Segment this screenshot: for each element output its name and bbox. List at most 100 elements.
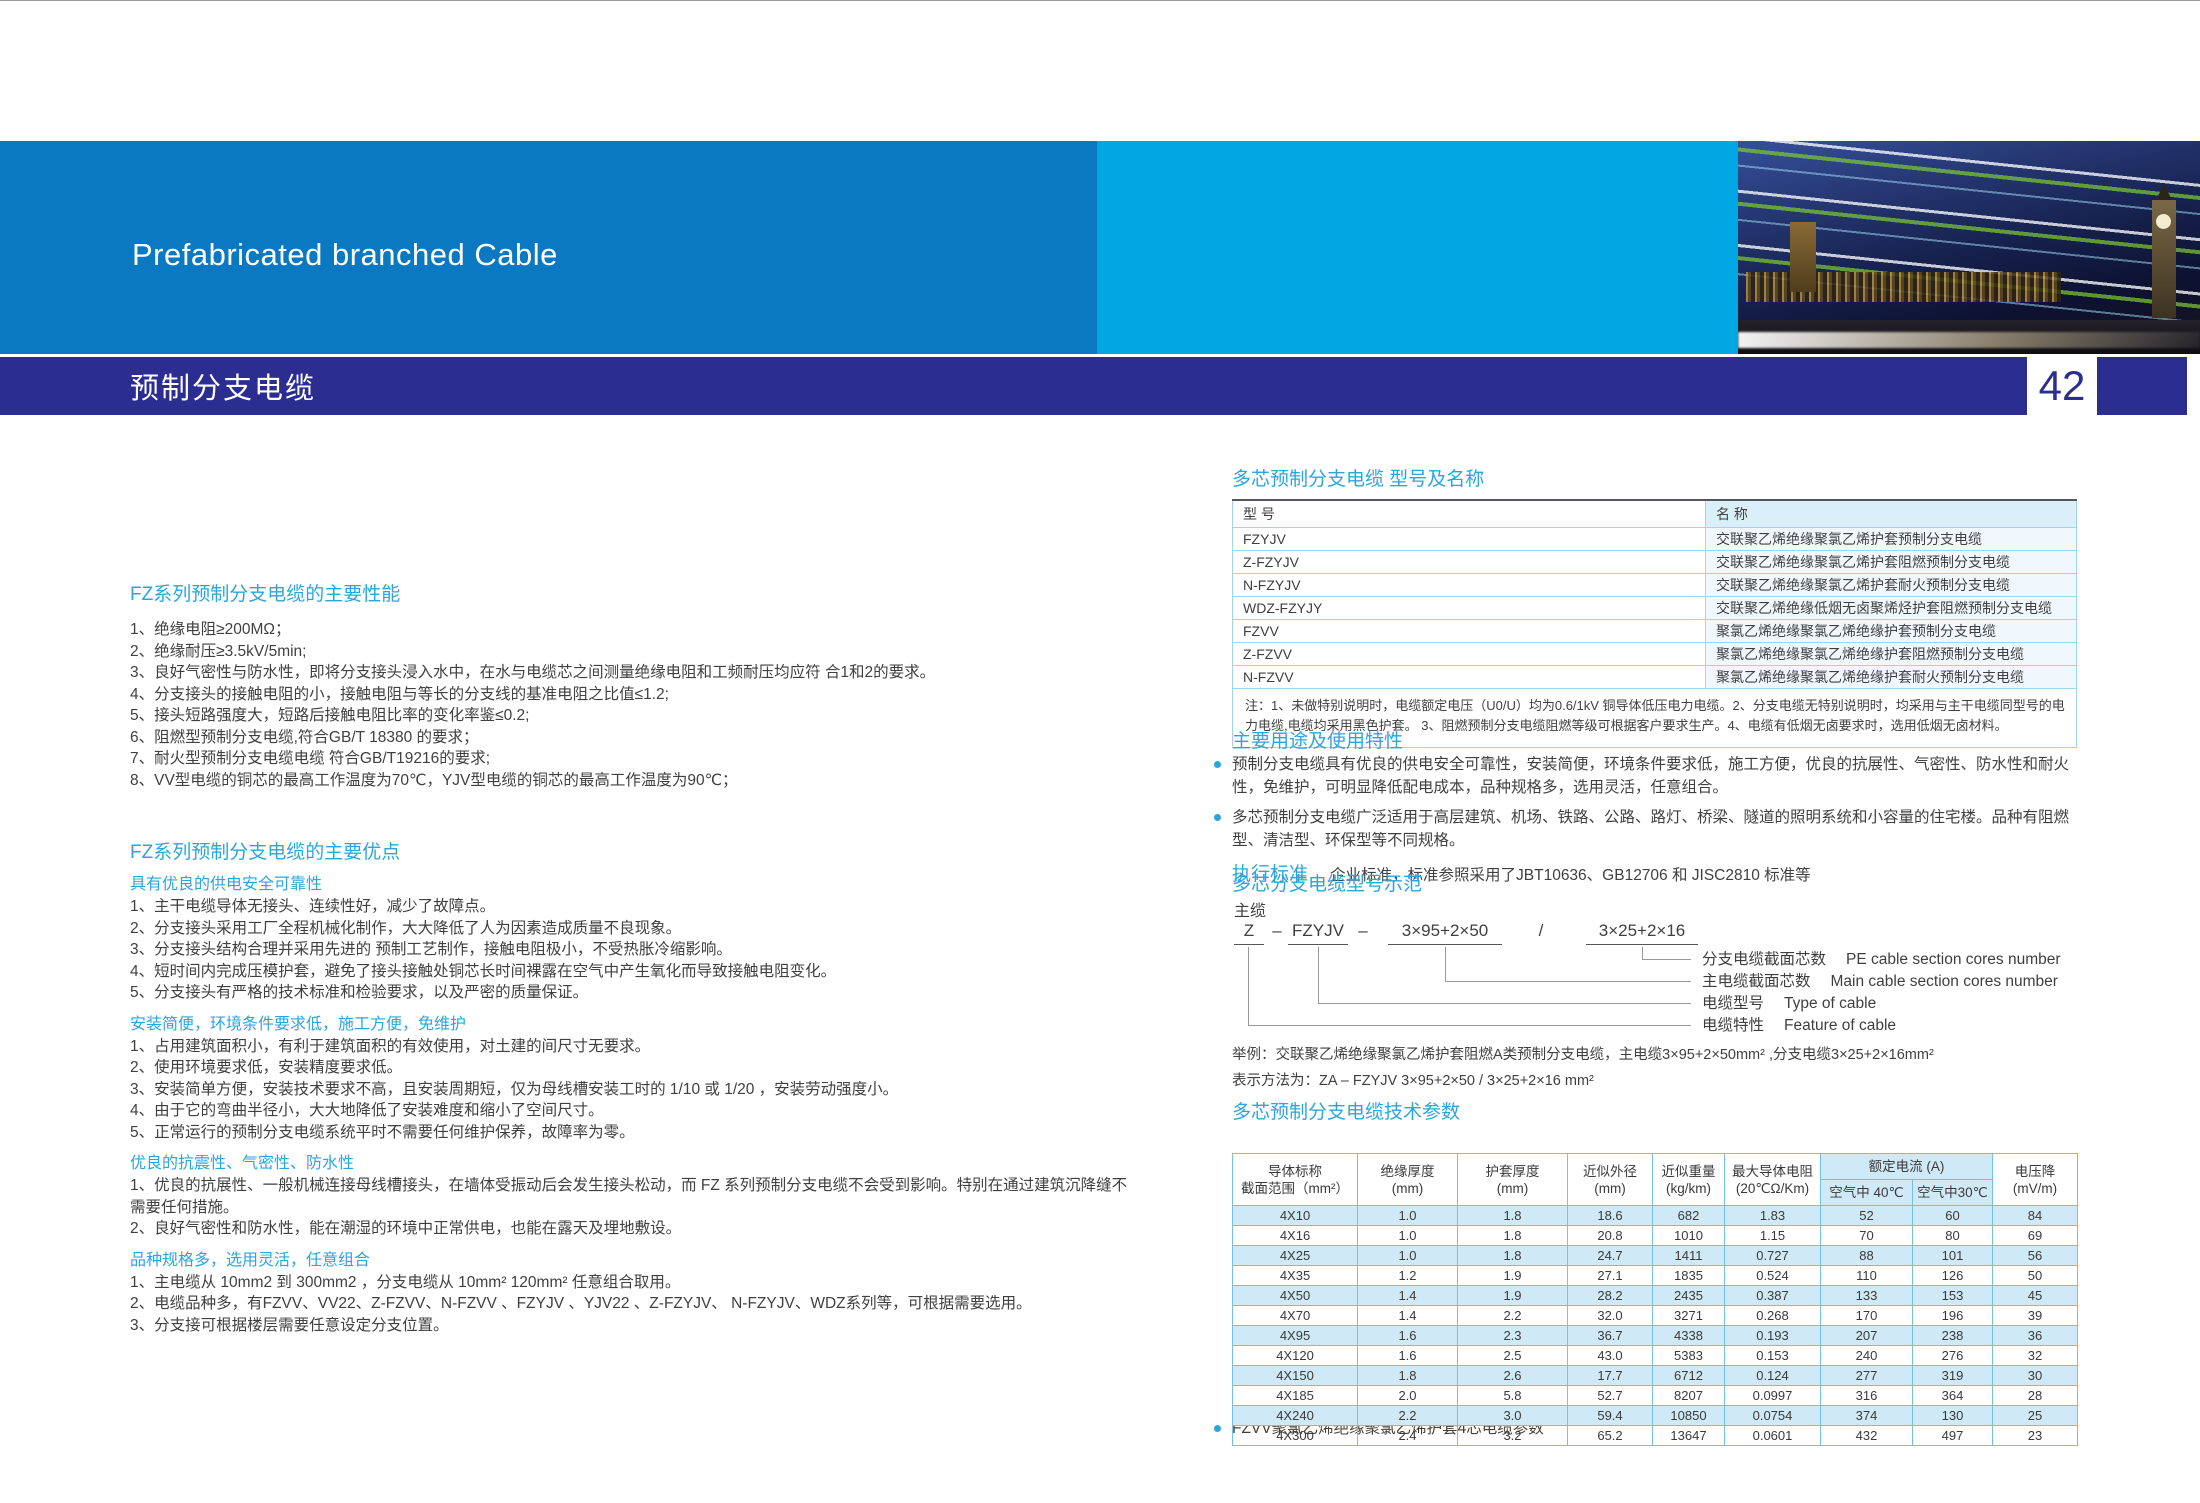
table-row: FZVV 聚氯乙烯绝缘聚氯乙烯绝缘护套预制分支电缆 (1233, 620, 2077, 643)
formula-branch-section: 3×25+2×16 (1586, 921, 1698, 945)
cell: 69 (1993, 1226, 2078, 1246)
cell: 18.6 (1568, 1206, 1653, 1226)
table-row: WDZ-FZYJY 交联聚乙烯绝缘低烟无卤聚烯烃护套阻燃预制分支电缆 (1233, 597, 2077, 620)
formula-type-code: FZYJV (1288, 921, 1348, 945)
cell: 4X185 (1233, 1386, 1358, 1406)
list-item: 2、电缆品种多，有FZVV、VV22、Z-FZVV、N-FZVV 、FZYJV … (130, 1293, 1130, 1315)
car-light-glow (1738, 332, 2200, 348)
cell: 3271 (1653, 1306, 1725, 1326)
cell: 5.8 (1458, 1386, 1568, 1406)
list-item: 5、正常运行的预制分支电缆系统平时不需要任何维护保养，故障率为零。 (130, 1122, 1130, 1144)
model-designation-diagram: 主缆 Z – FZYJV – 3×95+2×50 / 3×25+2×16 分支电… (1232, 897, 2077, 1187)
list-item: 1、优良的抗展性、一般机械连接母线槽接头，在墙体受振动后会发生接头松动，而 FZ… (130, 1175, 1130, 1218)
cell: 32.0 (1568, 1306, 1653, 1326)
cell: 0.193 (1725, 1326, 1821, 1346)
cell: 32 (1993, 1346, 2078, 1366)
callout-connector (1248, 947, 1691, 1026)
callout-cable-feature: 电缆特性Feature of cable (1702, 1017, 1896, 1034)
cell: 170 (1821, 1306, 1913, 1326)
cell: 432 (1821, 1426, 1913, 1446)
cell: 4X35 (1233, 1266, 1358, 1286)
cell: 4X120 (1233, 1346, 1358, 1366)
cell: 319 (1913, 1366, 1993, 1386)
col-header-weight: 近似重量(kg/km) (1653, 1154, 1725, 1206)
bigben-tower (2152, 200, 2176, 318)
cell: 276 (1913, 1346, 1993, 1366)
list-item: 5、分支接头有严格的技术标准和检验要求，以及严密的质量保证。 (130, 982, 1130, 1004)
name-cell: 交联聚乙烯绝缘聚氯乙烯护套耐火预制分支电缆 (1706, 574, 2077, 597)
col-header-conductor: 导体标称截面范围（mm²） (1233, 1154, 1358, 1206)
cell: 4X10 (1233, 1206, 1358, 1226)
col-header-diameter: 近似外径(mm) (1568, 1154, 1653, 1206)
table-row: 4X240 2.2 3.0 59.4 10850 0.0754 374 130 … (1233, 1406, 2078, 1426)
col-header-resistance: 最大导体电阻(20℃Ω/Km) (1725, 1154, 1821, 1206)
cell: 4X50 (1233, 1286, 1358, 1306)
cell: 682 (1653, 1206, 1725, 1226)
formula-slash: / (1534, 921, 1548, 941)
cell: 5383 (1653, 1346, 1725, 1366)
title-bar-main: 预制分支电缆 (0, 357, 2027, 415)
callout-label-en: Main cable section cores number (1831, 973, 2058, 990)
cell: 1.83 (1725, 1206, 1821, 1226)
cell: 4X150 (1233, 1366, 1358, 1386)
formula-main-section: 3×95+2×50 (1388, 921, 1502, 945)
cell: 27.1 (1568, 1266, 1653, 1286)
table-row: 4X10 1.0 1.8 18.6 682 1.83 52 60 84 (1233, 1206, 2078, 1226)
list-item: 2、使用环境要求低，安装精度要求低。 (130, 1057, 1130, 1079)
model-cell: FZYJV (1233, 528, 1706, 551)
cell: 3.2 (1458, 1426, 1568, 1446)
list-item: 3、分支接可根据楼层需要任意设定分支位置。 (130, 1315, 1130, 1337)
advantage-list-3: 1、优良的抗展性、一般机械连接母线槽接头，在墙体受振动后会发生接头松动，而 FZ… (130, 1175, 1130, 1240)
cell: 196 (1913, 1306, 1993, 1326)
formula-dash: – (1356, 921, 1370, 941)
section-advantages: FZ系列预制分支电缆的主要优点 具有优良的供电安全可靠性 1、主干电缆导体无接头… (130, 837, 1130, 1336)
page-title-en: Prefabricated branched Cable (132, 237, 558, 273)
cell: 52.7 (1568, 1386, 1653, 1406)
cell: 101 (1913, 1246, 1993, 1266)
cell: 374 (1821, 1406, 1913, 1426)
cell: 4X16 (1233, 1226, 1358, 1246)
cell: 0.387 (1725, 1286, 1821, 1306)
cell: 1.6 (1358, 1346, 1458, 1366)
formula-dash: – (1270, 921, 1284, 941)
section-heading: FZ系列预制分支电缆的主要性能 (130, 579, 1130, 606)
cell: 52 (1821, 1206, 1913, 1226)
cell: 25 (1993, 1406, 2078, 1426)
cell: 88 (1821, 1246, 1913, 1266)
cell: 238 (1913, 1326, 1993, 1346)
cell: 2.0 (1358, 1386, 1458, 1406)
cell: 2.5 (1458, 1346, 1568, 1366)
table-row: FZYJV 交联聚乙烯绝缘聚氯乙烯护套预制分支电缆 (1233, 528, 2077, 551)
list-item: 4、短时间内完成压模护套，避免了接头接触处铜芯长时间裸露在空气中产生氧化而导致接… (130, 961, 1130, 983)
cell: 1.9 (1458, 1286, 1568, 1306)
cell: 28.2 (1568, 1286, 1653, 1306)
section-heading: FZ系列预制分支电缆的主要优点 (130, 837, 1130, 864)
title-bar-end-block (2097, 357, 2187, 415)
designation-notation: 表示方法为：ZA – FZYJV 3×95+2×50 / 3×25+2×16 m… (1232, 1069, 1594, 1090)
column-header-model: 型 号 (1233, 500, 1706, 528)
list-item: 3、良好气密性与防水性，即将分支接头浸入水中，在水与电缆芯之间测量绝缘电阻和工频… (130, 662, 1130, 684)
models-table-body: FZYJV 交联聚乙烯绝缘聚氯乙烯护套预制分支电缆 Z-FZYJV 交联聚乙烯绝… (1233, 528, 2077, 689)
cell: 17.7 (1568, 1366, 1653, 1386)
cell: 65.2 (1568, 1426, 1653, 1446)
subsection-heading: 安装简便，环境条件要求低，施工方便，免维护 (130, 1013, 1130, 1036)
cell: 43.0 (1568, 1346, 1653, 1366)
list-item: 7、耐火型预制分支电缆电缆 符合GB/T19216的要求; (130, 748, 1130, 770)
advantage-list-4: 1、主电缆从 10mm2 到 300mm2 ，分支电缆从 10mm² 120mm… (130, 1272, 1130, 1337)
cell: 60 (1913, 1206, 1993, 1226)
model-demo-heading: 多芯分支电缆型号示范 (1232, 869, 2077, 896)
tech-params-heading: 多芯预制分支电缆技术参数 (1232, 1097, 2077, 1124)
cell: 110 (1821, 1266, 1913, 1286)
catalog-page: Prefabricated branched Cable 预制分支电缆 42 F… (0, 0, 2200, 1503)
cell: 4X25 (1233, 1246, 1358, 1266)
formula-feature-code: Z (1234, 921, 1264, 945)
cell: 1.4 (1358, 1286, 1458, 1306)
name-cell: 聚氯乙烯绝缘聚氯乙烯绝缘护套阻燃预制分支电缆 (1706, 643, 2077, 666)
col-header-air40: 空气中 40℃ (1821, 1180, 1913, 1206)
list-item: 2、绝缘耐压≥3.5kV/5min; (130, 641, 1130, 663)
cell: 4X70 (1233, 1306, 1358, 1326)
cell: 8207 (1653, 1386, 1725, 1406)
table-row: 4X300 2.4 3.2 65.2 13647 0.0601 432 497 … (1233, 1426, 2078, 1446)
list-item: 3、安装简单方便，安装技术要求不高，且安装周期短，仅为母线槽安装工时的 1/10… (130, 1079, 1130, 1101)
col-header-voltage-drop: 电压降(mV/m) (1993, 1154, 2078, 1206)
